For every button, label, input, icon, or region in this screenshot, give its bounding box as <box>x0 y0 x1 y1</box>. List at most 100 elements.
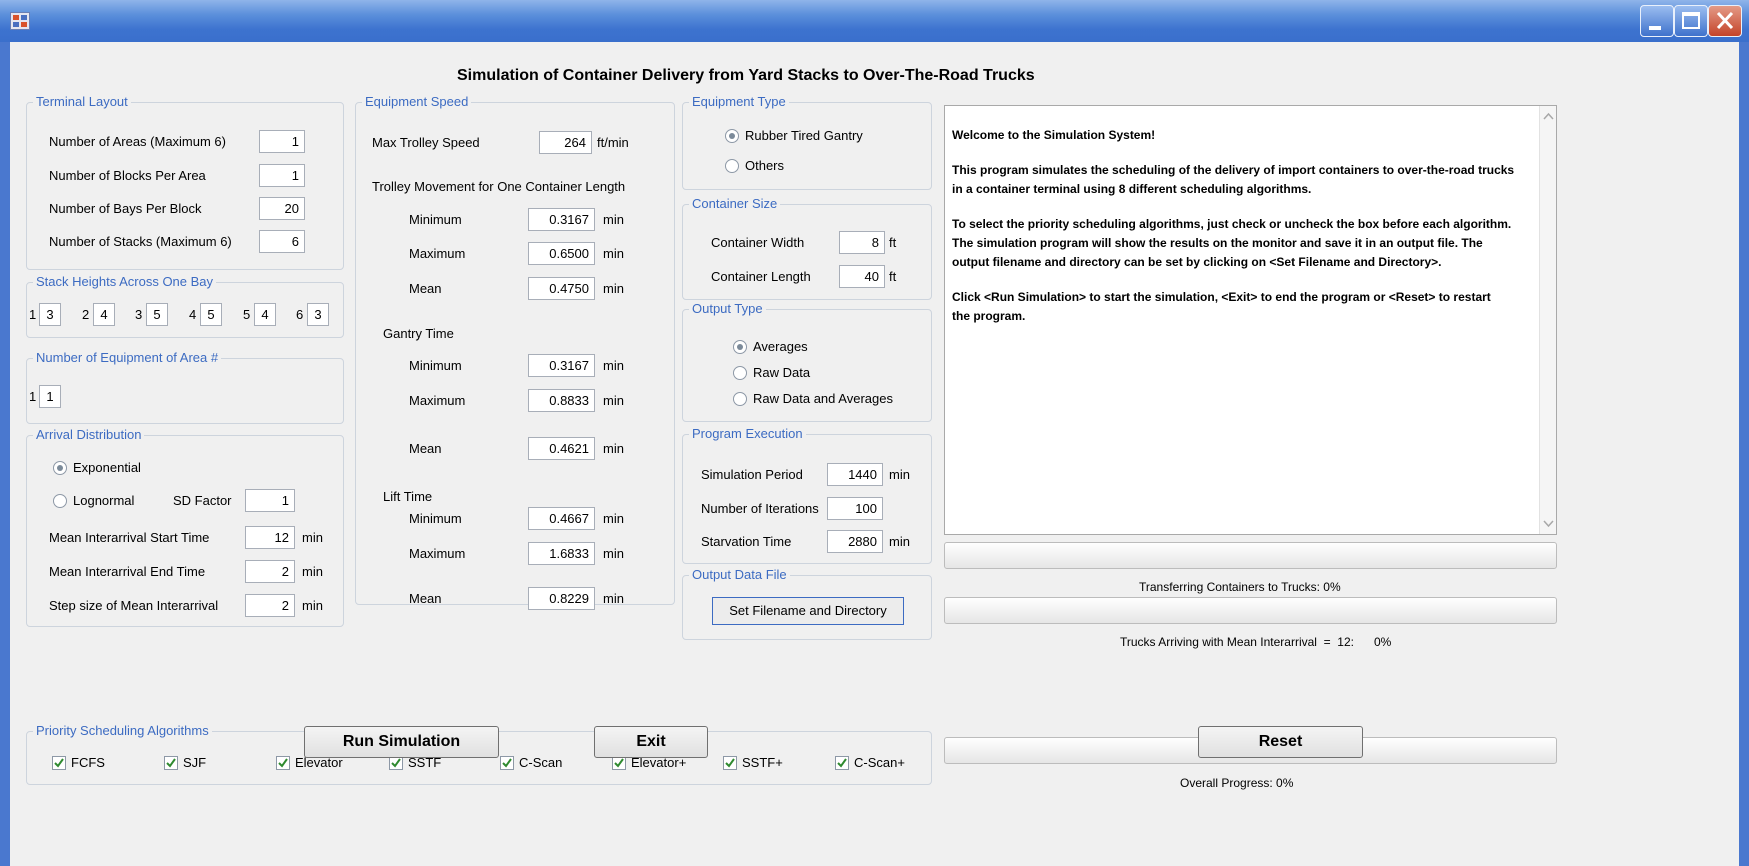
raw-data-label: Raw Data <box>753 365 811 380</box>
exit-button[interactable]: Exit <box>594 726 708 758</box>
minimize-button[interactable] <box>1640 5 1674 37</box>
close-button[interactable] <box>1708 5 1742 37</box>
run-simulation-button[interactable]: Run Simulation <box>304 726 499 758</box>
message-box: Welcome to the Simulation System! This p… <box>944 105 1557 535</box>
step-size-input[interactable]: 2 <box>245 594 295 617</box>
rtg-label: Rubber Tired Gantry <box>745 128 863 143</box>
gantry-min-input[interactable]: 0.3167 <box>528 354 595 377</box>
arrival-progress-bar <box>944 597 1557 624</box>
lift-mean-input[interactable]: 0.8229 <box>528 587 595 610</box>
algorithm-label: SJF <box>183 755 207 770</box>
stack-height-input-3[interactable]: 5 <box>146 303 168 326</box>
simulation-period-unit: min <box>889 467 910 482</box>
movement-max-input[interactable]: 0.6500 <box>528 242 595 265</box>
algorithm-checkbox[interactable] <box>835 756 849 770</box>
lift-mean-unit: min <box>603 591 624 606</box>
starvation-time-label: Starvation Time <box>701 534 792 549</box>
group-legend: Program Execution <box>689 426 806 442</box>
others-radio[interactable] <box>725 159 739 173</box>
app-icon <box>10 12 30 30</box>
exponential-radio[interactable] <box>53 461 67 475</box>
algorithm-checkbox[interactable] <box>276 756 290 770</box>
maximize-button[interactable] <box>1674 5 1708 37</box>
equipment-type-group: Equipment Type Rubber Tired Gantry Other… <box>682 94 932 190</box>
trolley-speed-unit: ft/min <box>597 135 629 150</box>
stack-index-6: 6 <box>296 307 304 322</box>
algorithm-checkbox[interactable] <box>612 756 626 770</box>
stacks-input[interactable]: 6 <box>259 230 305 253</box>
container-length-input[interactable]: 40 <box>839 265 885 288</box>
simulation-period-input[interactable]: 1440 <box>827 463 883 486</box>
areas-input[interactable]: 1 <box>259 130 305 153</box>
group-legend: Priority Scheduling Algorithms <box>33 723 212 739</box>
gantry-max-input[interactable]: 0.8833 <box>528 389 595 412</box>
algorithm-checkbox[interactable] <box>164 756 178 770</box>
algorithm-checkbox[interactable] <box>389 756 403 770</box>
start-time-input[interactable]: 12 <box>245 526 295 549</box>
movement-min-input[interactable]: 0.3167 <box>528 208 595 231</box>
stack-height-input-5[interactable]: 4 <box>254 303 276 326</box>
starvation-time-unit: min <box>889 534 910 549</box>
terminal-layout-group: Terminal Layout Number of Areas (Maximum… <box>26 94 344 270</box>
group-legend: Number of Equipment of Area # <box>33 350 222 366</box>
gantry-max-unit: min <box>603 393 624 408</box>
end-time-input[interactable]: 2 <box>245 560 295 583</box>
message-line: Click <Run Simulation> to start the simu… <box>952 290 1491 304</box>
lift-min-input[interactable]: 0.4667 <box>528 507 595 530</box>
gantry-max-label: Maximum <box>409 393 466 408</box>
rtg-radio[interactable] <box>725 129 739 143</box>
algorithm-label: FCFS <box>71 755 105 770</box>
group-legend: Stack Heights Across One Bay <box>33 274 217 290</box>
movement-min-label: Minimum <box>409 212 462 227</box>
sd-factor-input[interactable]: 1 <box>245 489 295 512</box>
movement-mean-input[interactable]: 0.4750 <box>528 277 595 300</box>
gantry-min-unit: min <box>603 358 624 373</box>
message-line: the program. <box>952 309 1026 323</box>
exponential-label: Exponential <box>73 460 141 475</box>
stack-height-input-4[interactable]: 5 <box>200 303 222 326</box>
raw-data-radio[interactable] <box>733 366 747 380</box>
trolley-movement-heading: Trolley Movement for One Container Lengt… <box>372 179 626 194</box>
algorithm-checkbox[interactable] <box>52 756 66 770</box>
scroll-up-icon[interactable] <box>1543 112 1554 120</box>
check-icon <box>502 758 512 768</box>
gantry-mean-unit: min <box>603 441 624 456</box>
container-width-input[interactable]: 8 <box>839 231 885 254</box>
starvation-time-input[interactable]: 2880 <box>827 530 883 553</box>
lift-max-input[interactable]: 1.6833 <box>528 542 595 565</box>
stack-index-4: 4 <box>189 307 197 322</box>
lognormal-radio[interactable] <box>53 494 67 508</box>
message-line: This program simulates the scheduling of… <box>952 163 1515 177</box>
averages-radio[interactable] <box>733 340 747 354</box>
stack-index-1: 1 <box>29 307 37 322</box>
container-length-unit: ft <box>889 269 897 284</box>
reset-button[interactable]: Reset <box>1198 726 1363 758</box>
movement-max-unit: min <box>603 246 624 261</box>
message-line: Welcome to the Simulation System! <box>952 128 1156 142</box>
algorithm-label: C-Scan <box>519 755 563 770</box>
set-filename-button[interactable]: Set Filename and Directory <box>712 597 904 625</box>
scroll-down-icon[interactable] <box>1543 520 1554 528</box>
stack-height-input-2[interactable]: 4 <box>93 303 115 326</box>
trolley-speed-input[interactable]: 264 <box>539 131 592 154</box>
bays-input[interactable]: 20 <box>259 197 305 220</box>
stack-height-input-6[interactable]: 3 <box>307 303 329 326</box>
lift-min-label: Minimum <box>409 511 462 526</box>
algorithm-checkbox[interactable] <box>500 756 514 770</box>
raw-and-averages-label: Raw Data and Averages <box>753 391 893 406</box>
group-legend: Terminal Layout <box>33 94 131 110</box>
group-legend: Arrival Distribution <box>33 427 145 443</box>
blocks-input[interactable]: 1 <box>259 164 305 187</box>
message-scrollbar[interactable] <box>1539 106 1556 534</box>
iterations-input[interactable]: 100 <box>827 497 883 520</box>
lift-min-unit: min <box>603 511 624 526</box>
equipment-count-input[interactable]: 1 <box>39 385 61 408</box>
message-line: To select the priority scheduling algori… <box>952 217 1512 231</box>
check-icon <box>278 758 288 768</box>
raw-and-averages-radio[interactable] <box>733 392 747 406</box>
stack-height-input-1[interactable]: 3 <box>39 303 61 326</box>
averages-label: Averages <box>753 339 808 354</box>
output-type-group: Output Type Averages Raw Data Raw Data a… <box>682 301 932 422</box>
gantry-mean-input[interactable]: 0.4621 <box>528 437 595 460</box>
algorithm-checkbox[interactable] <box>723 756 737 770</box>
